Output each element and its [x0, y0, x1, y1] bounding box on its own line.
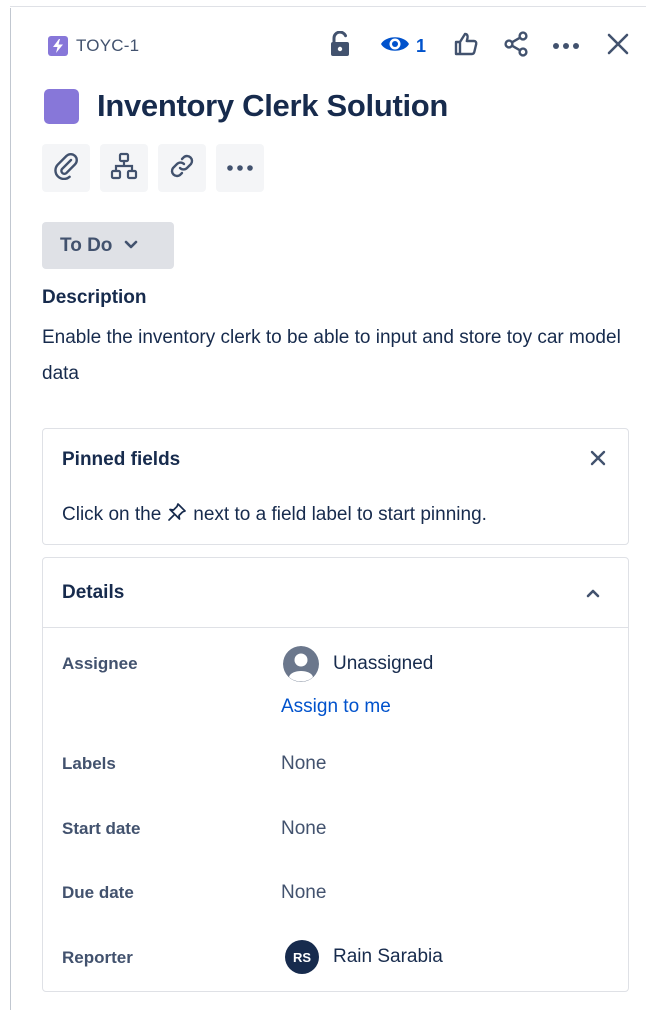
attach-button[interactable] — [42, 144, 90, 192]
pinned-fields-hint: Click on the next to a field label to st… — [62, 502, 487, 528]
pinned-fields-panel: Pinned fields Click on the next to a fie… — [42, 428, 629, 545]
child-issues-icon — [110, 152, 138, 185]
more-actions-button[interactable] — [546, 26, 586, 66]
reporter-label: Reporter — [62, 948, 133, 967]
restrictions-button[interactable] — [320, 26, 360, 66]
description-body[interactable]: Enable the inventory clerk to be able to… — [42, 320, 622, 392]
chevron-up-icon — [582, 582, 604, 604]
vote-button[interactable] — [446, 26, 486, 66]
unassigned-avatar-icon — [283, 646, 319, 682]
close-button[interactable] — [598, 26, 638, 66]
watch-count: 1 — [415, 35, 426, 56]
more-icon — [226, 159, 254, 177]
share-icon — [503, 30, 529, 62]
lightning-bolt-icon — [48, 36, 68, 56]
toolbar-more-button[interactable] — [216, 144, 264, 192]
link-icon — [168, 152, 196, 185]
details-panel: Details Assignee Unassigned Assign to me… — [42, 557, 629, 992]
issue-title-row: Inventory Clerk Solution — [44, 88, 448, 124]
details-title: Details — [62, 582, 125, 603]
pin-icon — [167, 502, 187, 528]
description-heading: Description — [42, 287, 147, 308]
assignee-label: Assignee — [62, 654, 138, 673]
reporter-name: Rain Sarabia — [333, 946, 443, 967]
close-icon — [607, 33, 629, 60]
header-actions: 1 — [320, 26, 638, 66]
labels-label: Labels — [62, 754, 116, 773]
status-dropdown[interactable]: To Do — [42, 222, 174, 269]
due-date-value[interactable]: None — [281, 882, 326, 904]
pinned-hint-before: Click on the — [62, 504, 162, 525]
start-date-value[interactable]: None — [281, 818, 326, 840]
close-icon — [590, 450, 606, 471]
watch-button[interactable]: 1 — [374, 26, 432, 66]
more-icon — [552, 37, 580, 55]
unlock-icon — [329, 30, 351, 62]
issue-header: TOYC-1 1 — [48, 26, 638, 66]
chevron-down-icon — [124, 237, 138, 255]
assign-to-me-link[interactable]: Assign to me — [281, 696, 391, 718]
panel-left-divider — [10, 8, 11, 1010]
assignee-value: Unassigned — [333, 653, 434, 674]
pinned-hint-after: next to a field label to start pinning. — [193, 504, 487, 525]
status-label: To Do — [60, 234, 113, 256]
assignee-field[interactable]: Unassigned — [283, 646, 433, 682]
thumbs-up-icon — [453, 31, 479, 62]
labels-value[interactable]: None — [281, 753, 326, 775]
pinned-fields-close-button[interactable] — [584, 446, 612, 474]
issue-title[interactable]: Inventory Clerk Solution — [97, 88, 448, 124]
details-toggle[interactable]: Details — [43, 558, 628, 628]
add-child-issue-button[interactable] — [100, 144, 148, 192]
start-date-label: Start date — [62, 819, 141, 838]
link-issue-button[interactable] — [158, 144, 206, 192]
paperclip-icon — [53, 152, 79, 185]
top-divider — [10, 6, 646, 7]
share-button[interactable] — [496, 26, 536, 66]
due-date-label: Due date — [62, 883, 134, 902]
issue-key: TOYC-1 — [76, 36, 140, 55]
issue-toolbar — [42, 144, 264, 192]
reporter-field[interactable]: RS Rain Sarabia — [285, 940, 443, 974]
pinned-fields-title: Pinned fields — [62, 449, 181, 470]
issue-key-link[interactable]: TOYC-1 — [48, 36, 139, 56]
eye-icon — [380, 34, 410, 59]
issue-type-swatch — [44, 88, 79, 124]
avatar: RS — [285, 940, 319, 974]
